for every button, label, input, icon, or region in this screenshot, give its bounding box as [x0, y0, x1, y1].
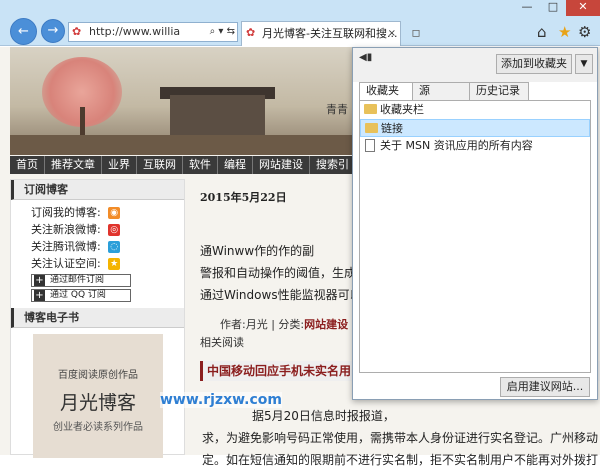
gear-icon[interactable]: ⚙ [578, 23, 591, 41]
subscribe-item[interactable]: 关注认证空间: ★ [31, 255, 184, 272]
address-tools-icons[interactable]: ⌕ ▾ ⇆ [207, 23, 235, 41]
favorites-list: 收藏夹栏 链接 关于 MSN 资讯应用的所有内容 [359, 100, 591, 373]
article-line: 警报和自动操作的阈值，生成 [200, 266, 357, 280]
ebook-subtitle: 百度阅读原创作品 [58, 370, 138, 381]
nav-item[interactable]: 互联网 [137, 156, 183, 174]
site-banner[interactable]: 青青 [10, 47, 355, 155]
tab-favorites[interactable]: 收藏夹 [359, 82, 413, 101]
page-icon [365, 139, 375, 152]
nav-item[interactable]: 业界 [102, 156, 137, 174]
subscribe-item[interactable]: 关注腾讯微博: ◌ [31, 238, 184, 255]
pin-panel-icon[interactable]: ◀▮ [359, 52, 372, 63]
ebook-title: 博客电子书 [11, 308, 184, 328]
watermark-text: www.rjzxw.com [160, 392, 282, 408]
close-button[interactable]: ✕ [566, 0, 600, 16]
subscribe-label: 关注认证空间: [31, 257, 101, 270]
article-meta-prefix: 作者:月光 | 分类: [220, 318, 305, 331]
tencent-weibo-icon[interactable]: ◌ [108, 241, 121, 253]
enable-suggested-sites-button[interactable]: 启用建议网站... [500, 377, 590, 397]
favorites-folder-item[interactable]: 收藏夹栏 [360, 101, 590, 119]
news-line: 定。如在短信通知的限期前不进行实名制，拒不实名制用户不能再对外拨打 [202, 453, 599, 467]
tab-history[interactable]: 历史记录 [469, 82, 529, 100]
home-icon[interactable]: ⌂ [537, 23, 547, 41]
site-favicon-icon: ✿ [72, 25, 82, 38]
subscribe-item[interactable]: 关注新浪微博: ◎ [31, 221, 184, 238]
site-navbar: 首页 推荐文章 业界 互联网 软件 编程 网站建设 搜索引 [10, 156, 356, 174]
rss-icon[interactable]: ◉ [108, 207, 121, 219]
favorites-panel-header: ◀▮ 添加到收藏夹 ▼ [353, 48, 597, 82]
article-meta: 作者:月光 | 分类:网站建设 | 标 [220, 316, 370, 332]
ebook-name: 月光博客 [59, 392, 136, 414]
news-line: 据5月20日信息时报报道， [252, 409, 395, 423]
nav-item[interactable]: 编程 [218, 156, 253, 174]
maximize-button[interactable]: □ [540, 0, 566, 16]
subscribe-label: 关注新浪微博: [31, 223, 101, 236]
minimize-button[interactable]: — [514, 0, 540, 16]
favorites-star-icon[interactable]: ★ [558, 23, 571, 41]
article-line: 通过Windows性能监视器可以 [200, 288, 362, 302]
weibo-icon[interactable]: ◎ [108, 224, 121, 236]
banner-ground-image [10, 135, 355, 155]
qzone-icon[interactable]: ★ [108, 258, 121, 270]
favorites-item-label: 关于 MSN 资讯应用的所有内容 [380, 139, 533, 152]
favorites-folder-item[interactable]: 链接 [360, 119, 590, 137]
favorites-tabs: 收藏夹 源 历史记录 [359, 82, 529, 101]
address-text: http://www.willia [89, 25, 181, 38]
article-category-link[interactable]: 网站建设 [304, 318, 348, 331]
subscribe-label: 订阅我的博客: [31, 206, 101, 219]
new-tab-button[interactable]: ▫ [405, 24, 427, 44]
favorites-link-item[interactable]: 关于 MSN 资讯应用的所有内容 [360, 137, 590, 155]
tab-active[interactable]: ✿ 月光博客-关注互联网和搜... × [241, 21, 401, 46]
sidebar: 订阅博客 订阅我的博客: ◉ 关注新浪微博: ◎ 关注腾讯微博: ◌ 关注认证空… [10, 179, 185, 458]
add-to-favorites-button[interactable]: 添加到收藏夹 [496, 54, 572, 74]
article-line: 通Winww作的作的副 [200, 244, 315, 258]
tab-title: 月光博客-关注互联网和搜... [262, 27, 398, 40]
subscribe-email-button[interactable]: 通过邮件订阅 [31, 274, 131, 287]
browser-chrome: — □ ✕ ← → ✿ http://www.willia ⌕ ▾ ⇆ ✿ 月光… [0, 0, 600, 46]
title-bar: — □ ✕ [0, 0, 600, 16]
address-bar[interactable]: ✿ http://www.willia ⌕ ▾ ⇆ [68, 22, 238, 42]
favorites-item-label: 链接 [381, 122, 403, 135]
nav-item[interactable]: 首页 [10, 156, 45, 174]
subscribe-label: 关注腾讯微博: [31, 240, 101, 253]
nav-item[interactable]: 推荐文章 [45, 156, 102, 174]
tab-close-icon[interactable]: × [388, 22, 396, 46]
add-to-favorites-dropdown-icon[interactable]: ▼ [575, 54, 593, 74]
article-date: 2015年5月22日 [200, 191, 287, 204]
folder-icon [365, 123, 378, 133]
ebook-tagline: 创业者必读系列作品 [53, 422, 143, 433]
subscribe-qq-button[interactable]: 通过 QQ 订阅 [31, 289, 131, 302]
nav-item[interactable]: 网站建设 [253, 156, 310, 174]
tab-feeds[interactable]: 源 [412, 82, 470, 100]
favorites-panel: ◀▮ 添加到收藏夹 ▼ 收藏夹 源 历史记录 收藏夹栏 链接 关于 MSN 资讯… [352, 47, 598, 400]
subscribe-title: 订阅博客 [11, 180, 184, 200]
folder-icon [364, 104, 377, 114]
subscribe-list: 订阅我的博客: ◉ 关注新浪微博: ◎ 关注腾讯微博: ◌ 关注认证空间: ★ [11, 200, 184, 272]
ebook-cover[interactable]: 百度阅读原创作品 月光博客 创业者必读系列作品 [33, 334, 163, 458]
favorites-item-label: 收藏夹栏 [380, 103, 424, 116]
banner-house-image [170, 95, 265, 135]
back-button[interactable]: ← [10, 18, 37, 45]
related-reading-label: 相关阅读 [200, 336, 244, 349]
forward-button[interactable]: → [41, 19, 65, 43]
news-line: 求，为避免影响号码正常使用，需携带本人身份证进行实名登记。广州移动 [202, 431, 599, 445]
nav-item[interactable]: 软件 [183, 156, 218, 174]
banner-text: 青青 [326, 103, 348, 116]
nav-item[interactable]: 搜索引 [310, 156, 356, 174]
subscribe-item[interactable]: 订阅我的博客: ◉ [31, 204, 184, 221]
tab-favicon-icon: ✿ [246, 26, 256, 39]
